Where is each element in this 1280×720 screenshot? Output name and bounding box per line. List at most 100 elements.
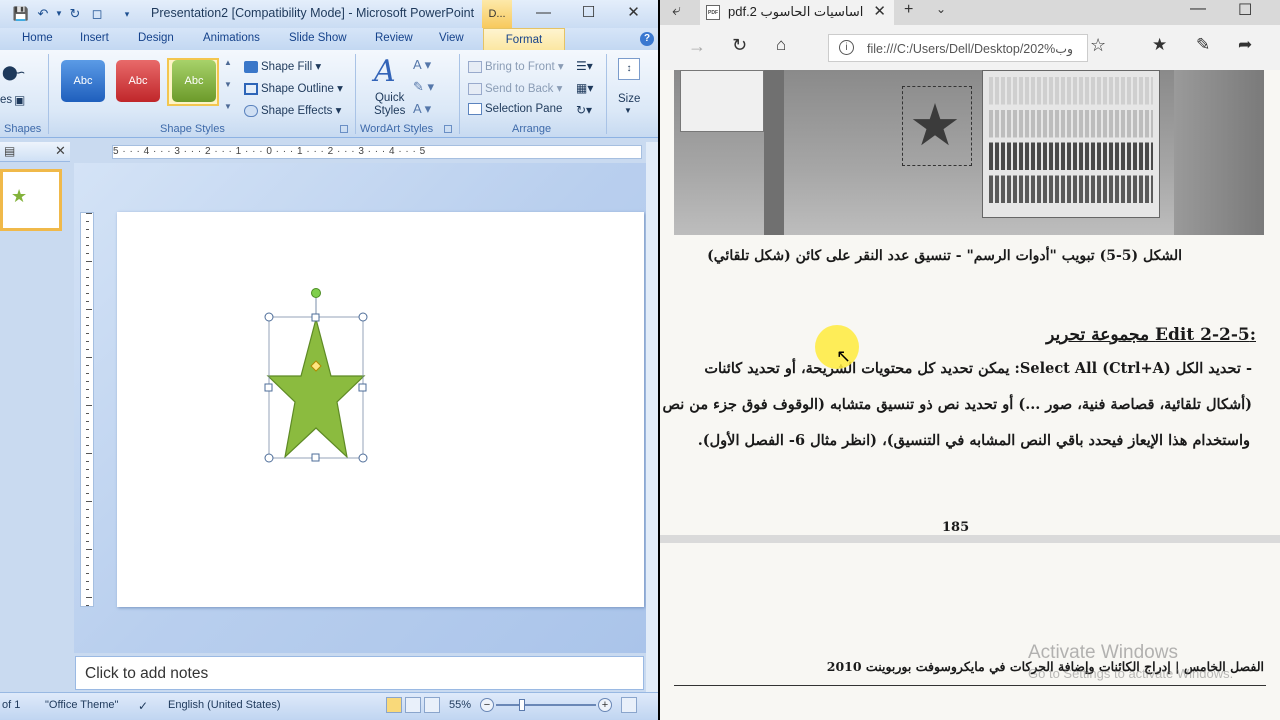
theme-name[interactable]: "Office Theme" (45, 699, 118, 711)
tab-home[interactable]: Home (22, 32, 53, 44)
style-red-sample[interactable]: Abc (116, 60, 160, 102)
text-fill-icon[interactable]: A ▾ (413, 57, 431, 73)
spellcheck-icon[interactable]: ✓ (138, 699, 148, 713)
star-shape[interactable] (262, 285, 372, 467)
style-green-sample[interactable]: Abc (172, 60, 216, 102)
rotate-icon[interactable]: ↻▾ (576, 103, 592, 117)
customize-toolbar-icon[interactable]: ▾ (118, 5, 136, 23)
zoom-level[interactable]: 55% (449, 699, 471, 711)
ruler-tick (86, 357, 92, 358)
resize-handle-se[interactable] (358, 453, 368, 463)
home-icon[interactable]: ⌂ (776, 35, 786, 55)
resize-handle-n[interactable] (311, 313, 320, 322)
group-icon[interactable]: ▦▾ (576, 81, 593, 95)
edge-minimize-icon[interactable]: — (1190, 0, 1206, 18)
body-line-3: واستخدام هذا الإيعاز فيحدد باقي النص الم… (697, 432, 1250, 449)
gallery-down-icon[interactable]: ▼ (224, 80, 232, 89)
drawing-tools-tab[interactable]: D... (482, 0, 512, 28)
ruler-tick (86, 269, 89, 270)
slide-thumbnail[interactable]: ★ (0, 169, 62, 231)
shape-outline-button[interactable]: Shape Outline ▾ (244, 81, 343, 95)
text-box-label[interactable]: es (0, 94, 12, 106)
resize-handle-ne[interactable] (358, 312, 368, 322)
send-to-back-button[interactable]: Send to Back ▾ (468, 81, 562, 95)
close-icon[interactable]: ✕ (611, 0, 656, 26)
resize-handle-s[interactable] (311, 453, 320, 462)
textbox-icon[interactable]: ▣ (14, 93, 25, 107)
ruler-tick (86, 421, 89, 422)
normal-view-icon[interactable] (386, 697, 402, 713)
slide-sorter-icon[interactable] (405, 697, 421, 713)
fit-to-window-icon[interactable] (621, 697, 637, 713)
style-blue-sample[interactable]: Abc (61, 60, 105, 102)
close-pane-icon[interactable]: ✕ (55, 143, 66, 159)
tab-design[interactable]: Design (138, 32, 174, 44)
tab-review[interactable]: Review (375, 32, 413, 44)
bring-to-front-button[interactable]: Bring to Front ▾ (468, 59, 564, 73)
size-dropdown-icon[interactable]: ▼ (624, 106, 632, 115)
selection-pane-button[interactable]: Selection Pane (468, 103, 562, 115)
zoom-out-icon[interactable]: − (480, 698, 494, 712)
vertical-ruler[interactable] (80, 212, 94, 607)
rotation-handle[interactable] (311, 288, 321, 298)
slideshow-view-icon[interactable] (424, 697, 440, 713)
vertical-scrollbar[interactable] (646, 142, 658, 692)
new-tab-icon[interactable]: + (904, 1, 913, 19)
tab-insert[interactable]: Insert (80, 32, 109, 44)
align-icon[interactable]: ☰▾ (576, 59, 593, 73)
new-doc-icon[interactable]: ◻ (88, 5, 106, 23)
text-outline-icon[interactable]: ✎ ▾ (413, 79, 434, 95)
shape-effects-button[interactable]: Shape Effects ▾ (244, 103, 341, 117)
slide-canvas[interactable] (117, 212, 644, 607)
ruler-tick (86, 485, 89, 486)
shape-fill-button[interactable]: Shape Fill ▾ (244, 59, 321, 73)
tab-animations[interactable]: Animations (203, 32, 260, 44)
redo-icon[interactable]: ↻ (66, 5, 84, 23)
quick-styles-icon[interactable]: A (374, 54, 396, 89)
slides-tab-icon[interactable]: ▤ (4, 144, 15, 158)
share-icon[interactable]: ➦ (1238, 35, 1252, 55)
pen-icon[interactable]: ✎ (1196, 35, 1210, 55)
wordart-launcher-icon[interactable] (444, 125, 452, 133)
gallery-more-icon[interactable]: ▼ (224, 102, 232, 111)
tab-list-icon[interactable]: ⤶ (672, 2, 681, 20)
mouse-pointer-icon: ↖ (836, 346, 852, 366)
zoom-thumb[interactable] (519, 699, 525, 711)
text-effects-icon[interactable]: A ▾ (413, 101, 431, 117)
favorites-list-icon[interactable]: ★ (1152, 35, 1167, 55)
resize-handle-e[interactable] (358, 383, 367, 392)
zoom-in-icon[interactable]: + (598, 698, 612, 712)
ruler-tick (86, 245, 89, 246)
tab-dropdown-icon[interactable]: ⌄ (936, 2, 946, 16)
resize-handle-nw[interactable] (264, 312, 274, 322)
forward-icon[interactable]: → (688, 36, 706, 57)
edge-nav-bar: → ↻ ⌂ i file:///C:/Users/Dell/Desktop/20… (660, 25, 1280, 70)
tab-slide-show[interactable]: Slide Show (289, 32, 347, 44)
info-icon[interactable]: i (839, 40, 854, 55)
language-indicator[interactable]: English (United States) (168, 699, 281, 711)
minimize-icon[interactable]: — (521, 0, 566, 26)
ruler-tick (86, 341, 89, 342)
help-icon[interactable]: ? (640, 32, 654, 46)
horizontal-ruler[interactable]: 5 · · · 4 · · · 3 · · · 2 · · · 1 · · · … (112, 145, 642, 159)
tab-format[interactable]: Format (483, 28, 565, 50)
notes-pane[interactable]: Click to add notes (75, 656, 644, 690)
resize-handle-sw[interactable] (264, 453, 274, 463)
zoom-slider[interactable] (496, 704, 596, 706)
tab-view[interactable]: View (439, 32, 464, 44)
favorite-star-icon[interactable]: ☆ (1090, 35, 1106, 56)
quick-styles-button[interactable]: Quick Styles (374, 92, 405, 118)
size-icon[interactable]: ↕ (618, 58, 640, 80)
maximize-icon[interactable]: ☐ (566, 0, 611, 26)
edge-maximize-icon[interactable]: ☐ (1238, 0, 1252, 20)
save-icon[interactable]: 💾 (12, 5, 30, 23)
edit-points-icon[interactable]: ∽ (14, 64, 26, 81)
shape-styles-launcher-icon[interactable] (340, 125, 348, 133)
resize-handle-w[interactable] (264, 383, 273, 392)
browser-tab[interactable]: PDF اساسيات الحاسوب pdf.2 ✕ (700, 0, 894, 25)
address-bar[interactable]: i file:///C:/Users/Dell/Desktop/202%وب (828, 34, 1088, 62)
size-button[interactable]: Size (618, 93, 640, 105)
gallery-up-icon[interactable]: ▲ (224, 58, 232, 67)
tab-close-icon[interactable]: ✕ (873, 2, 886, 20)
refresh-icon[interactable]: ↻ (732, 35, 747, 56)
